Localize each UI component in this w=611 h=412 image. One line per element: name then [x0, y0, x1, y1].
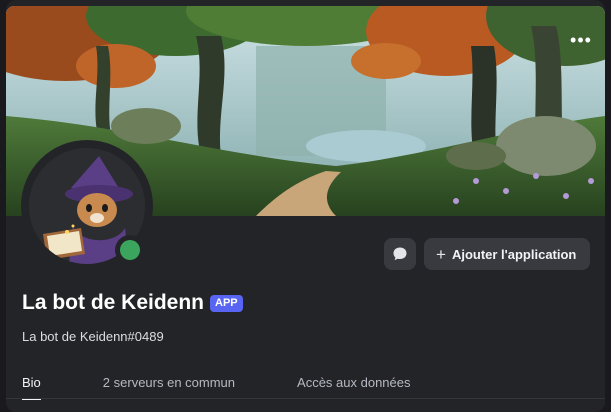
- more-horizontal-icon: •••: [570, 29, 592, 50]
- add-application-button[interactable]: + Ajouter l'application: [424, 238, 591, 270]
- add-application-label: Ajouter l'application: [451, 246, 577, 262]
- online-status-icon: [120, 240, 140, 260]
- profile-name-row: La bot de Keidenn APP: [22, 291, 243, 315]
- chat-bubble-icon: [393, 247, 407, 261]
- tab-mutual-servers[interactable]: 2 serveurs en commun: [103, 375, 235, 400]
- profile-tag: La bot de Keidenn#0489: [22, 329, 164, 344]
- message-button[interactable]: [384, 238, 416, 270]
- tab-data-access[interactable]: Accès aux données: [297, 375, 410, 400]
- profile-popout: ••• + Ajouter l'application La bot de Ke…: [6, 0, 605, 412]
- app-badge: APP: [210, 294, 243, 312]
- profile-name: La bot de Keidenn: [22, 291, 205, 314]
- profile-tabs: Bio 2 serveurs en commun Accès aux donné…: [22, 375, 411, 400]
- tab-bio[interactable]: Bio: [22, 375, 41, 400]
- tabs-divider: [6, 398, 605, 399]
- plus-icon: +: [436, 244, 446, 264]
- more-options-button[interactable]: •••: [567, 26, 595, 54]
